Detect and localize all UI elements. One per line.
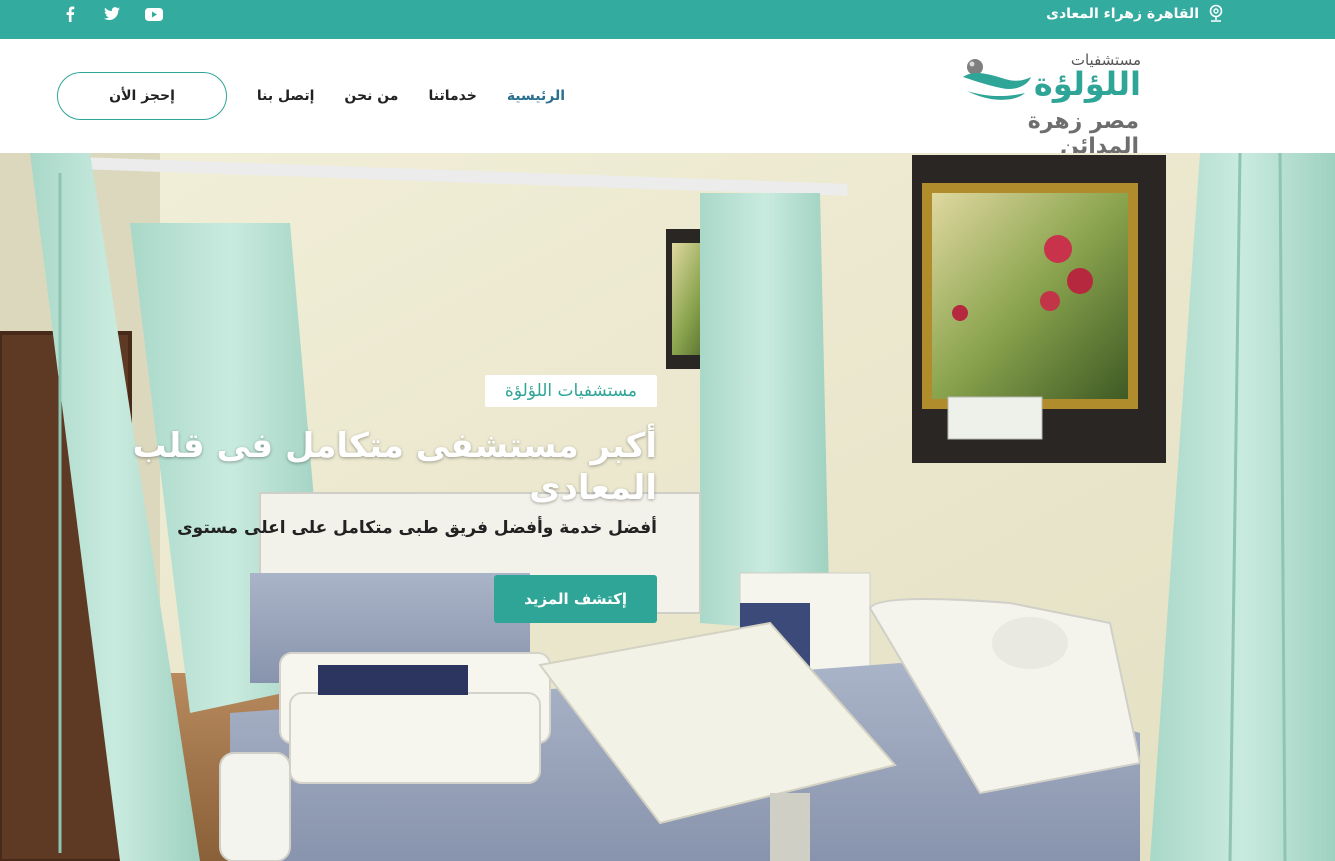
hero-section: مستشفيات اللؤلؤة أكبر مستشفى متكامل فى ق…	[0, 153, 1335, 861]
nav-about[interactable]: من نحن	[344, 88, 398, 104]
hero-subtitle: أفضل خدمة وأفضل فريق طبى متكامل على اعلى…	[177, 518, 657, 538]
facebook-icon[interactable]	[60, 4, 80, 24]
youtube-icon[interactable]	[144, 4, 164, 24]
logo-text-main: اللؤلؤة	[1033, 65, 1141, 103]
main-nav: الرئيسية خدماتنا من نحن إتصل بنا	[257, 39, 565, 153]
hero-title: أكبر مستشفى متكامل فى قلب المعادى	[132, 426, 657, 508]
pearl-logo-icon	[963, 59, 1031, 100]
logo-text-sub: مصر زهرة المدائن	[1027, 109, 1139, 159]
location: القاهرة زهراء المعادى	[1046, 0, 1225, 28]
main-header: مستشفيات اللؤلؤة مصر زهرة المدائن الرئيس…	[0, 39, 1335, 159]
nav-contact[interactable]: إتصل بنا	[257, 88, 314, 104]
logo[interactable]: مستشفيات اللؤلؤة مصر زهرة المدائن	[961, 51, 1141, 159]
nav-home[interactable]: الرئيسية	[507, 88, 565, 104]
hero-badge: مستشفيات اللؤلؤة	[484, 375, 657, 407]
hero-content: مستشفيات اللؤلؤة أكبر مستشفى متكامل فى ق…	[97, 375, 657, 623]
nav-services[interactable]: خدماتنا	[428, 88, 476, 104]
book-now-button[interactable]: إحجز الأن	[57, 72, 227, 120]
location-text: القاهرة زهراء المعادى	[1046, 6, 1199, 22]
top-bar: القاهرة زهراء المعادى	[0, 0, 1335, 39]
twitter-icon[interactable]	[102, 4, 122, 24]
social-links	[60, 4, 164, 24]
location-pin-icon	[1209, 4, 1223, 22]
discover-more-button[interactable]: إكتشف المزيد	[494, 575, 657, 623]
